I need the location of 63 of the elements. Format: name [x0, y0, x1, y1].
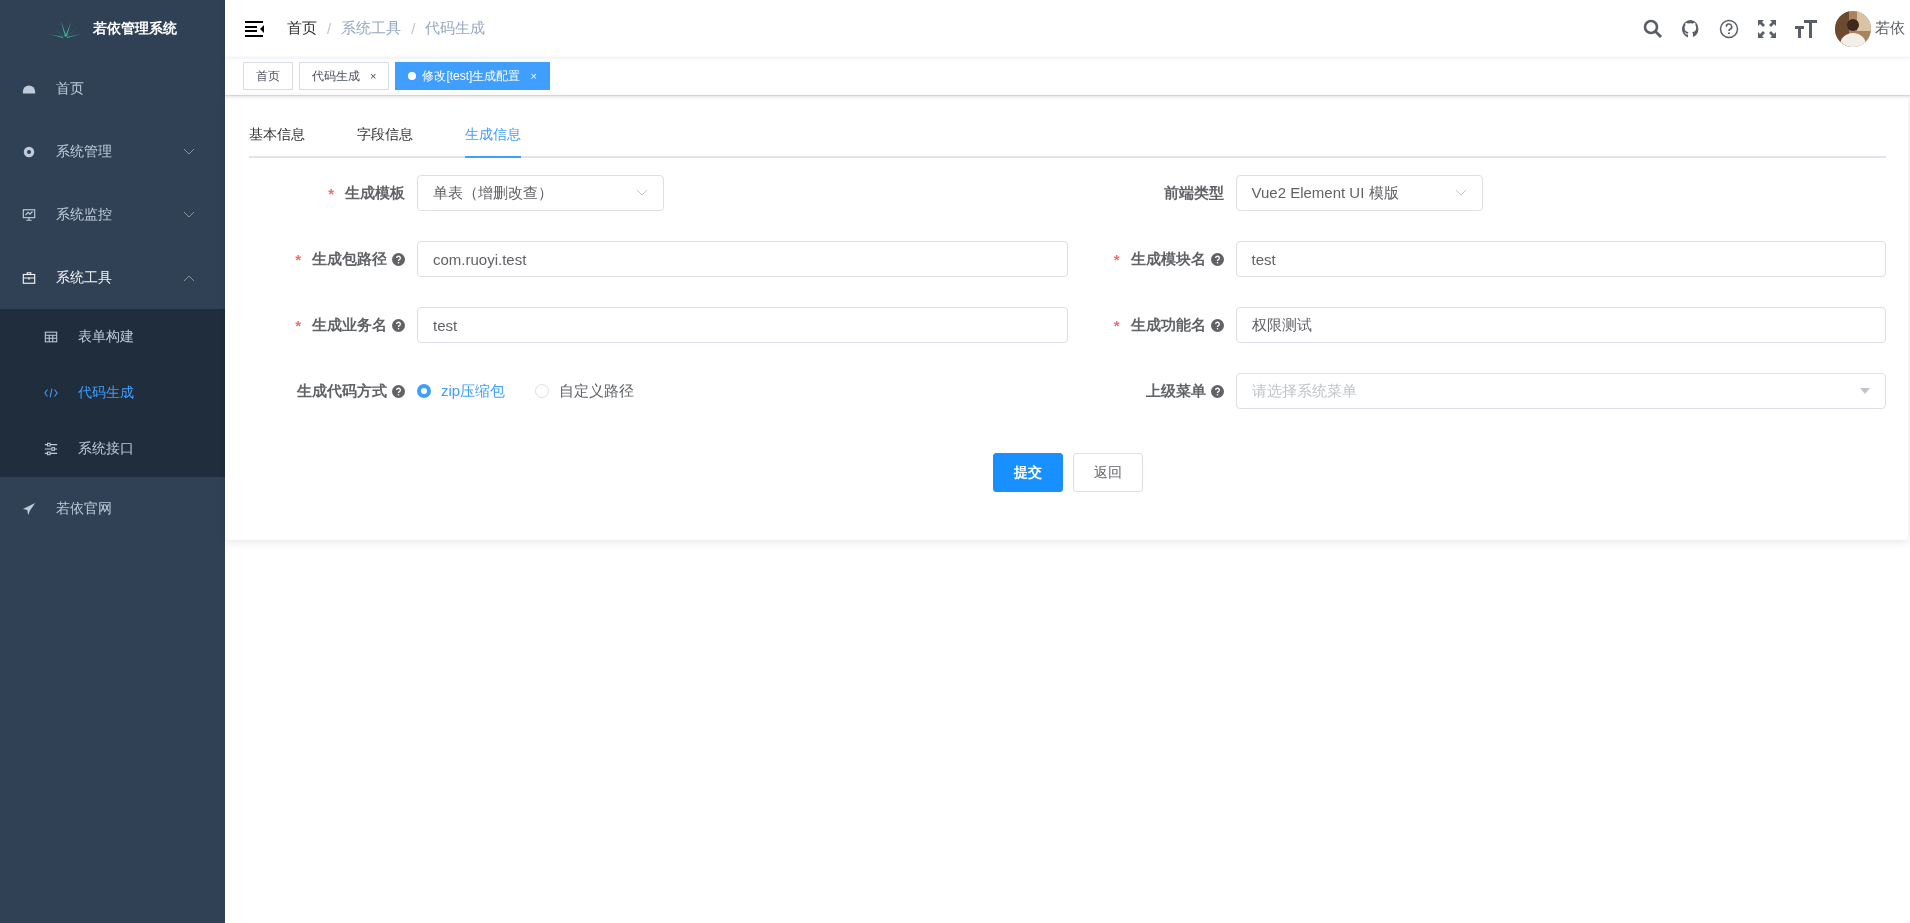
- help-icon[interactable]: [392, 384, 405, 398]
- help-icon[interactable]: [392, 252, 405, 266]
- search-icon[interactable]: [1643, 18, 1663, 39]
- tab[interactable]: 基本信息: [249, 116, 305, 156]
- sidebar-subitem[interactable]: 代码生成: [0, 365, 225, 421]
- chevron-icon: [1454, 189, 1467, 197]
- sidebar-item[interactable]: 首页: [0, 57, 225, 120]
- required-mark: *: [295, 316, 301, 334]
- breadcrumb-item: 代码生成: [425, 19, 486, 38]
- menu-icon[interactable]: [245, 20, 265, 37]
- code-icon: [44, 386, 58, 400]
- required-mark: *: [1113, 250, 1120, 268]
- sliders-icon: [44, 442, 58, 456]
- select-field[interactable]: 单表（增删改查）: [417, 175, 664, 211]
- sidebar-subitem[interactable]: 系统接口: [0, 421, 225, 477]
- field-label: 生成业务名: [312, 315, 387, 335]
- sidebar-item[interactable]: 系统监控: [0, 183, 225, 246]
- caret-icon: [1860, 388, 1870, 394]
- field-label: 生成模板: [345, 183, 405, 203]
- help-icon[interactable]: [1210, 252, 1224, 266]
- field-label: 生成模块名: [1130, 249, 1206, 269]
- radio-option[interactable]: 自定义路径: [535, 381, 635, 401]
- sidebar-item[interactable]: 系统管理: [0, 120, 225, 183]
- breadcrumb-separator: /: [411, 20, 416, 37]
- monitor-icon: [22, 207, 36, 222]
- sidebar-item[interactable]: 若依官网: [0, 477, 225, 540]
- field-label: 生成包路径: [312, 249, 387, 269]
- field-label: 生成代码方式: [297, 381, 387, 401]
- required-mark: *: [1113, 316, 1120, 334]
- breadcrumb-item[interactable]: 首页: [287, 19, 317, 38]
- field-label: 上级菜单: [1145, 381, 1206, 401]
- app-title: 若依管理系统: [92, 19, 177, 38]
- required-mark: *: [328, 184, 334, 202]
- status-dot: [408, 72, 417, 80]
- required-mark: *: [295, 250, 301, 268]
- toolbox-icon: [22, 270, 36, 285]
- back-button[interactable]: 返回: [1072, 453, 1143, 492]
- field-label: 前端类型: [1163, 183, 1224, 203]
- fullscreen-icon[interactable]: [1757, 18, 1777, 39]
- github-icon[interactable]: [1681, 18, 1701, 39]
- tag-tab[interactable]: 代码生成 ×: [299, 62, 390, 90]
- help-icon[interactable]: [1210, 384, 1224, 398]
- close-icon[interactable]: ×: [370, 70, 377, 82]
- sidebar-subitem[interactable]: 表单构建: [0, 309, 225, 365]
- breadcrumb-separator: /: [327, 20, 332, 37]
- paper-plane-icon: [22, 501, 36, 516]
- help-icon[interactable]: [1210, 318, 1224, 332]
- tab[interactable]: 字段信息: [357, 116, 413, 156]
- user-name[interactable]: 若依: [1875, 19, 1905, 38]
- input-field[interactable]: 权限测试: [1235, 307, 1886, 343]
- select-field[interactable]: Vue2 Element UI 模版: [1235, 175, 1483, 211]
- field-label: 生成功能名: [1130, 315, 1206, 335]
- breadcrumb-item: 系统工具: [341, 19, 402, 38]
- sidebar-item[interactable]: 系统工具: [0, 246, 225, 309]
- help-icon[interactable]: [392, 318, 405, 332]
- table-icon: [44, 330, 58, 344]
- font-size-icon[interactable]: [1795, 18, 1817, 39]
- input-field[interactable]: test: [417, 307, 1068, 343]
- help-icon[interactable]: [1719, 18, 1739, 39]
- tag-tab[interactable]: 首页: [243, 62, 293, 90]
- input-field[interactable]: com.ruoyi.test: [417, 241, 1068, 277]
- input-field[interactable]: test: [1235, 241, 1886, 277]
- chevron-icon: [636, 189, 648, 197]
